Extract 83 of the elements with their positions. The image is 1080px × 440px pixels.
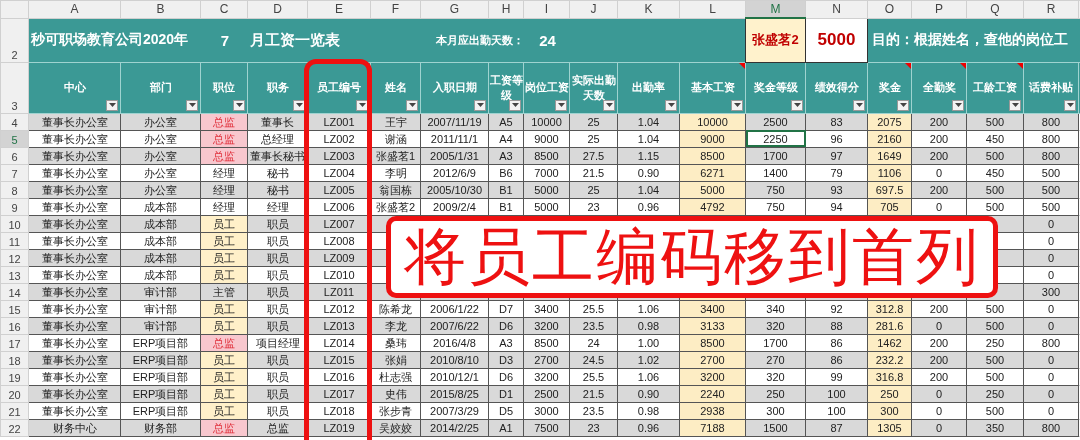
filter-button[interactable]: [293, 99, 305, 111]
table-cell: 2250: [745, 130, 806, 147]
filter-button[interactable]: [853, 99, 865, 111]
filter-button[interactable]: [186, 99, 198, 111]
column-header[interactable]: E: [307, 0, 371, 18]
column-heading: 工龄工资: [966, 62, 1024, 113]
caret-icon: [793, 103, 801, 107]
column-header[interactable]: G: [420, 0, 489, 18]
filter-button[interactable]: [603, 99, 615, 111]
sheet-title: 秒可职场教育公司2020年: [31, 31, 189, 47]
filter-button[interactable]: [555, 99, 567, 111]
column-heading: 入职日期: [420, 62, 489, 113]
column-header[interactable]: H: [488, 0, 524, 18]
column-header[interactable]: C: [200, 0, 248, 18]
row-header[interactable]: 3: [0, 62, 29, 113]
column-heading: 基本工资: [679, 62, 746, 113]
filter-button[interactable]: [952, 99, 964, 111]
column-heading: 全勤奖: [911, 62, 967, 113]
column-heading: 绩效得分: [805, 62, 868, 113]
column-header[interactable]: N: [805, 0, 868, 18]
column-header[interactable]: L: [679, 0, 746, 18]
caption-text: 将员工编码移到首列: [404, 219, 980, 295]
caret-icon: [108, 103, 116, 107]
column-heading: 部门: [120, 62, 201, 113]
column-heading: 出勤率: [617, 62, 680, 113]
lookup-name-cell: 张盛茗2: [745, 18, 806, 62]
column-header[interactable]: I: [523, 0, 570, 18]
column-header[interactable]: A: [28, 0, 121, 18]
attendance-days: 24: [539, 31, 556, 49]
column-heading: 工资等级: [488, 62, 524, 113]
filter-button[interactable]: [233, 99, 245, 111]
column-header[interactable]: D: [247, 0, 308, 18]
caret-icon: [1066, 103, 1074, 107]
caret-icon: [557, 103, 565, 107]
row-header[interactable]: 2: [0, 18, 29, 62]
column-header[interactable]: P: [911, 0, 967, 18]
caret-icon: [855, 103, 863, 107]
column-header[interactable]: B: [120, 0, 201, 18]
column-header[interactable]: K: [617, 0, 680, 18]
column-heading: 奖金: [867, 62, 912, 113]
filter-button[interactable]: [106, 99, 118, 111]
caret-icon: [476, 103, 484, 107]
column-heading: 姓名: [370, 62, 421, 113]
filter-button[interactable]: [1009, 99, 1021, 111]
column-heading: 实际出勤天数: [569, 62, 618, 113]
caret-icon: [235, 103, 243, 107]
caret-icon: [295, 103, 303, 107]
filter-button[interactable]: [665, 99, 677, 111]
caret-icon: [1011, 103, 1019, 107]
filter-button[interactable]: [406, 99, 418, 111]
caret-icon: [733, 103, 741, 107]
column-header[interactable]: M: [745, 0, 806, 18]
sheet-title-suffix: 月工资一览表: [249, 30, 340, 48]
column-header[interactable]: Q: [966, 0, 1024, 18]
filter-button[interactable]: [791, 99, 803, 111]
column-heading: 奖金等级: [745, 62, 806, 113]
lookup-result-cell: 5000: [805, 18, 868, 62]
column-header[interactable]: O: [867, 0, 912, 18]
month-value: 7: [220, 31, 230, 49]
filter-button[interactable]: [474, 99, 486, 111]
column-header[interactable]: R: [1023, 0, 1079, 18]
filter-button[interactable]: [731, 99, 743, 111]
column-heading: 职务: [247, 62, 308, 113]
caret-icon: [605, 103, 613, 107]
caret-icon: [667, 103, 675, 107]
column-header[interactable]: J: [569, 0, 618, 18]
caret-icon: [188, 103, 196, 107]
filter-button[interactable]: [509, 99, 521, 111]
filter-button[interactable]: [356, 99, 368, 111]
purpose-note: 目的：根据姓名，查他的岗位工: [872, 31, 1068, 47]
filter-button[interactable]: [897, 99, 909, 111]
caret-icon: [408, 103, 416, 107]
attendance-label: 本月应出勤天数：: [435, 33, 524, 46]
caret-icon: [954, 103, 962, 107]
column-heading: 职位: [200, 62, 248, 113]
column-heading: 中心: [28, 62, 121, 113]
column-header[interactable]: F: [370, 0, 421, 18]
caret-icon: [358, 103, 366, 107]
caret-icon: [511, 103, 519, 107]
filter-button[interactable]: [1064, 99, 1076, 111]
column-heading: 话费补贴: [1023, 62, 1079, 113]
caret-icon: [899, 103, 907, 107]
column-heading: 岗位工资: [523, 62, 570, 113]
